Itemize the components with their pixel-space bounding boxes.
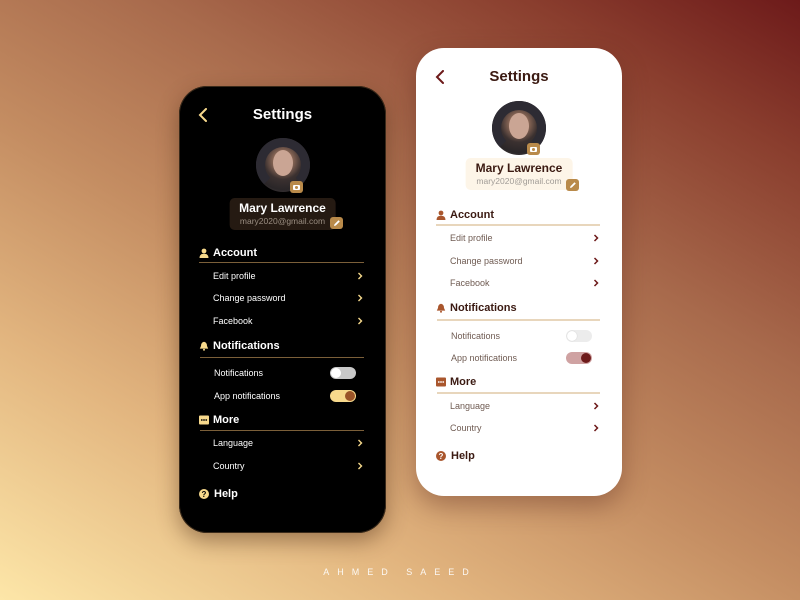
chevron-right-icon — [358, 439, 363, 447]
list-item-change-password[interactable]: Change password — [213, 289, 364, 307]
profile-name: Mary Lawrence — [239, 201, 326, 215]
list-item-facebook[interactable]: Facebook — [450, 274, 600, 292]
help-link[interactable]: ? Help — [436, 447, 475, 465]
bell-icon — [436, 303, 446, 313]
chevron-right-icon — [358, 272, 363, 280]
pencil-icon[interactable] — [566, 179, 579, 191]
user-icon — [436, 210, 446, 220]
pencil-icon[interactable] — [330, 217, 343, 229]
section-more: More — [199, 411, 364, 429]
section-title: More — [450, 376, 477, 388]
section-notifications: Notifications — [436, 299, 600, 317]
app-notifications-toggle[interactable] — [330, 390, 356, 402]
chevron-right-icon — [358, 317, 363, 325]
chevron-right-icon — [593, 279, 599, 287]
chevron-right-icon — [593, 424, 599, 432]
help-link[interactable]: ? Help — [199, 485, 238, 503]
light-settings-screen: Settings Mary Lawrence mary2020@gmail.co… — [416, 48, 622, 496]
more-icon — [199, 415, 209, 425]
divider — [436, 224, 600, 226]
item-label: Edit profile — [213, 271, 256, 281]
section-notifications: Notifications — [199, 337, 364, 355]
page-title: Settings — [489, 68, 549, 85]
divider — [437, 392, 600, 394]
list-item-edit-profile[interactable]: Edit profile — [450, 229, 600, 247]
item-label: Edit profile — [450, 233, 493, 243]
chevron-right-icon — [358, 462, 363, 470]
item-label: Facebook — [213, 316, 253, 326]
page-title: Settings — [252, 106, 313, 123]
section-more: More — [436, 373, 600, 391]
list-item-app-notifications: App notifications — [214, 387, 356, 405]
profile-info: Mary Lawrence mary2020@gmail.com — [465, 158, 573, 190]
list-item-notifications: Notifications — [214, 364, 356, 382]
user-icon — [199, 248, 209, 258]
list-item-country[interactable]: Country — [213, 457, 364, 475]
item-label: Change password — [213, 293, 286, 303]
profile-name: Mary Lawrence — [475, 161, 563, 175]
question-icon: ? — [199, 489, 209, 499]
section-title: More — [213, 414, 240, 426]
item-label: Country — [450, 423, 482, 433]
item-label: App notifications — [214, 391, 281, 401]
chevron-right-icon — [358, 294, 363, 302]
item-label: Language — [213, 438, 254, 448]
notifications-toggle[interactable] — [330, 367, 356, 379]
camera-icon[interactable] — [290, 181, 303, 193]
app-notifications-toggle[interactable] — [566, 352, 592, 364]
list-item-facebook[interactable]: Facebook — [213, 312, 364, 330]
list-item-language[interactable]: Language — [213, 434, 364, 452]
item-label: App notifications — [451, 353, 518, 363]
item-label: Notifications — [214, 368, 264, 378]
more-icon — [436, 377, 446, 387]
section-title: Account — [450, 209, 494, 221]
item-label: Facebook — [450, 278, 490, 288]
section-title: Notifications — [213, 340, 280, 352]
item-label: Notifications — [451, 331, 501, 341]
item-label: Language — [450, 401, 491, 411]
designer-credit: AHMED SAEED — [323, 567, 477, 577]
dark-settings-screen: Settings Mary Lawrence mary2020@gmail.co… — [179, 86, 386, 533]
profile-info: Mary Lawrence mary2020@gmail.com — [229, 198, 336, 230]
list-item-country[interactable]: Country — [450, 419, 600, 437]
section-title: Notifications — [450, 302, 517, 314]
profile-email: mary2020@gmail.com — [476, 176, 562, 186]
help-label: Help — [451, 450, 475, 462]
list-item-app-notifications: App notifications — [451, 349, 592, 367]
list-item-language[interactable]: Language — [450, 397, 600, 415]
list-item-notifications: Notifications — [451, 327, 592, 345]
section-title: Account — [213, 247, 257, 259]
divider — [200, 357, 364, 358]
item-label: Country — [213, 461, 245, 471]
list-item-change-password[interactable]: Change password — [450, 252, 600, 270]
help-label: Help — [214, 488, 238, 500]
list-item-edit-profile[interactable]: Edit profile — [213, 267, 364, 285]
divider — [200, 430, 364, 431]
question-icon: ? — [436, 451, 446, 461]
bell-icon — [199, 341, 209, 351]
item-label: Change password — [450, 256, 523, 266]
divider — [437, 319, 600, 321]
section-account: Account — [436, 206, 600, 224]
profile-email: mary2020@gmail.com — [239, 216, 326, 226]
notifications-toggle[interactable] — [566, 330, 592, 342]
section-account: Account — [199, 244, 364, 262]
divider — [199, 262, 364, 263]
chevron-right-icon — [593, 257, 599, 265]
camera-icon[interactable] — [527, 143, 540, 155]
chevron-right-icon — [593, 402, 599, 410]
chevron-right-icon — [593, 234, 599, 242]
